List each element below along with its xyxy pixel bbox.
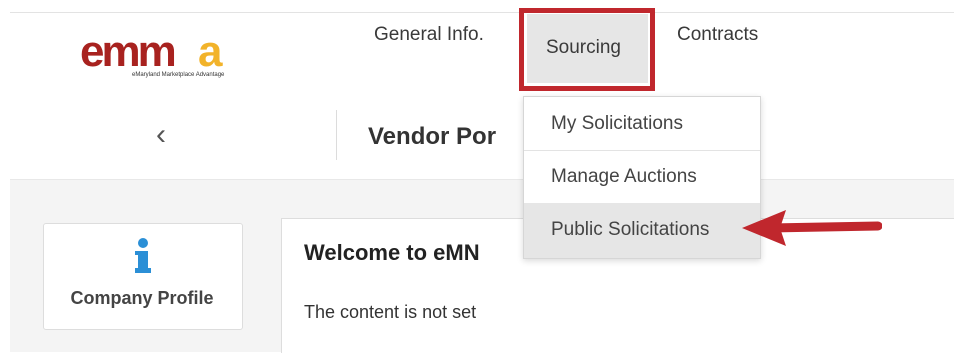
welcome-title: Welcome to eMN [304,240,480,265]
logo-text-accent: a [198,30,223,76]
emma-logo[interactable]: emm a eMaryland Marketplace Advantage [80,30,252,80]
back-chevron-icon[interactable]: ‹ [156,120,166,150]
logo-tagline: eMaryland Marketplace Advantage [132,72,225,78]
sourcing-highlight-box [519,8,655,91]
nav-general-info[interactable]: General Info. [374,24,484,46]
logo-text-part: emm [80,30,175,76]
menu-item-public-solicitations[interactable]: Public Solicitations [524,203,760,258]
menu-item-label: Public Solicitations [551,219,710,240]
page-title: Vendor Por [368,123,497,150]
pointer-arrow-icon [742,210,882,246]
menu-item-my-solicitations[interactable]: My Solicitations [524,97,760,151]
sourcing-dropdown-menu: My Solicitations Manage Auctions Public … [523,96,761,259]
menu-item-label: Manage Auctions [551,166,697,187]
company-profile-label[interactable]: Company Profile [43,288,241,309]
header-divider [336,110,337,160]
menu-item-label: My Solicitations [551,113,683,134]
menu-item-manage-auctions[interactable]: Manage Auctions [524,150,760,204]
nav-contracts[interactable]: Contracts [677,24,758,46]
welcome-body-text: The content is not set [304,302,477,322]
info-icon [135,238,151,273]
